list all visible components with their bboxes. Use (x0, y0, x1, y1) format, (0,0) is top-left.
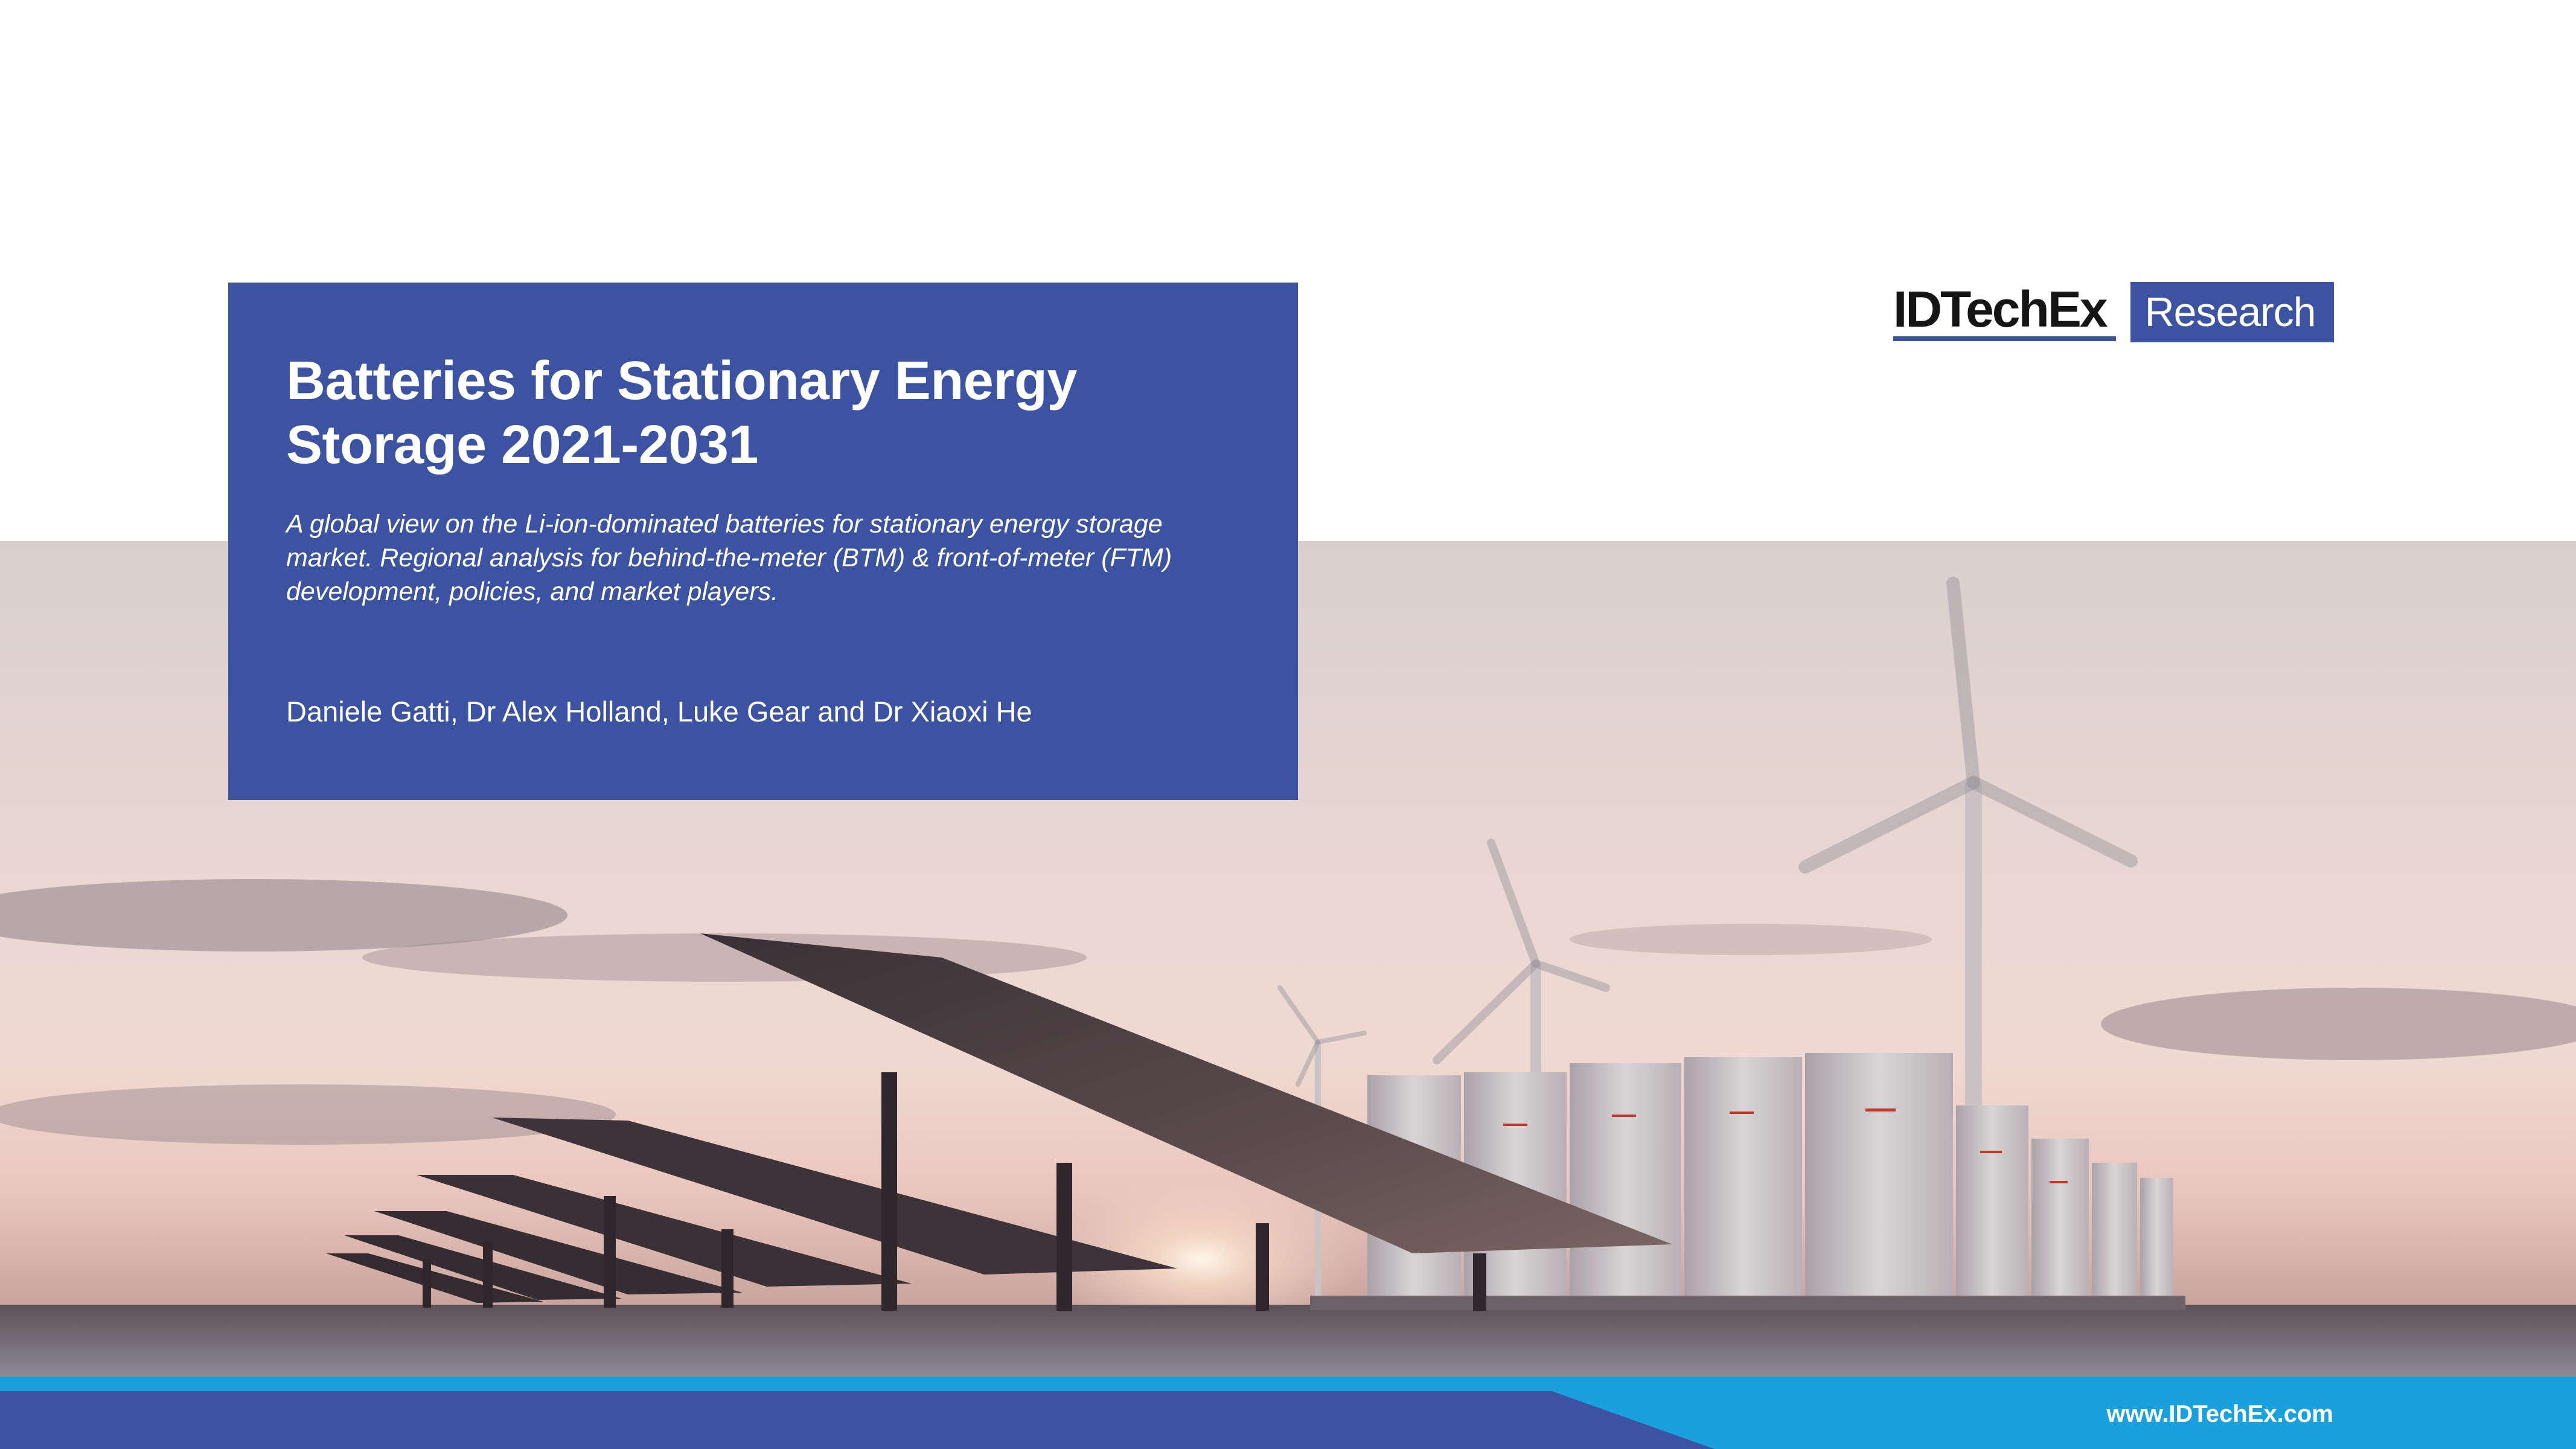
brand-logo: IDTechEx Research (1893, 282, 2334, 342)
report-authors: Daniele Gatti, Dr Alex Holland, Luke Gea… (286, 696, 1032, 728)
report-subtitle: A global view on the Li-ion-dominated ba… (286, 510, 1172, 606)
brand-logo-tag: Research (2130, 282, 2334, 342)
website-link[interactable]: www.IDTechEx.com (2106, 1399, 2333, 1428)
report-title: Batteries for Stationary Energy Storage … (286, 351, 1077, 475)
brand-logo-name: IDTechEx (1893, 282, 2116, 341)
title-panel: Batteries for Stationary Energy Storage … (228, 283, 1298, 800)
